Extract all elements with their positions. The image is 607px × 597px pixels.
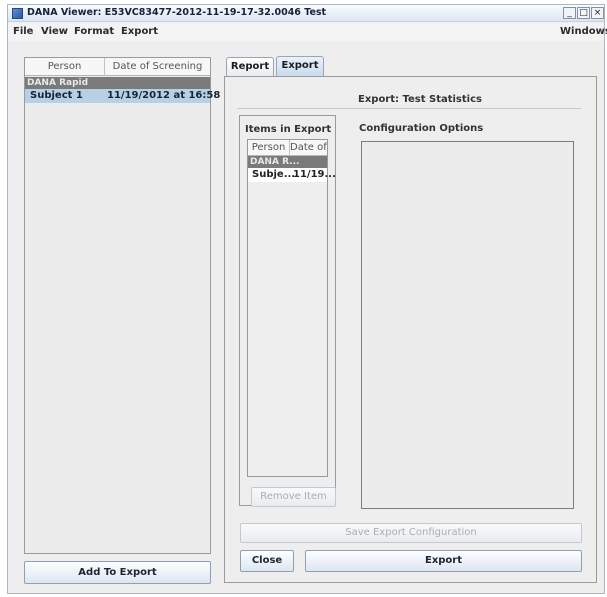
menu-view[interactable]: View (41, 26, 68, 37)
export-header: Export: Test Statistics (358, 94, 482, 105)
header-divider (237, 108, 581, 109)
window-title: DANA Viewer: E53VC83477-2012-11-19-17-32… (27, 7, 327, 18)
items-group-row[interactable]: DANA R... (248, 156, 327, 168)
cell-person: Subject 1 (30, 90, 83, 101)
menu-format[interactable]: Format (74, 26, 114, 37)
screenings-table-header: Person Date of Screening (25, 58, 210, 76)
tab-report[interactable]: Report (226, 57, 274, 76)
add-to-export-button[interactable]: Add To Export (24, 561, 211, 584)
remove-item-button[interactable]: Remove Item (251, 487, 336, 507)
config-title: Configuration Options (359, 123, 484, 134)
maximize-button[interactable]: □ (577, 7, 590, 19)
configuration-options-area[interactable] (361, 141, 574, 509)
export-tab-panel: Export: Test Statistics Items in Export … (224, 76, 597, 583)
items-column-person[interactable]: Person (248, 140, 290, 156)
items-row[interactable]: Subje... 11/19... (248, 168, 336, 182)
menu-windows[interactable]: Windows (560, 26, 607, 37)
title-bar: DANA Viewer: E53VC83477-2012-11-19-17-32… (8, 5, 604, 22)
items-in-export-group: Items in Export Person Date of... DANA R… (239, 115, 336, 506)
menu-bar: File View Format Export Windows (8, 23, 607, 41)
column-header-person[interactable]: Person (25, 58, 105, 76)
app-icon (12, 8, 23, 19)
menu-export[interactable]: Export (121, 26, 158, 37)
items-list[interactable]: Person Date of... DANA R... Subje... 11/… (247, 139, 336, 477)
items-title: Items in Export (245, 124, 332, 135)
items-cell-date: 11/19... (293, 169, 336, 180)
close-button[interactable]: × (591, 7, 604, 19)
minimize-button[interactable]: _ (563, 7, 576, 19)
group-row[interactable]: DANA Rapid (25, 77, 210, 89)
export-button[interactable]: Export (305, 550, 582, 572)
table-row[interactable]: Subject 1 11/19/2012 at 16:58 (25, 89, 220, 103)
items-cell-person: Subje... (252, 169, 296, 180)
app-window: DANA Viewer: E53VC83477-2012-11-19-17-32… (7, 4, 607, 594)
save-export-configuration-button[interactable]: Save Export Configuration (240, 523, 582, 543)
items-table-header: Person Date of... (248, 140, 327, 156)
close-panel-button[interactable]: Close (240, 550, 294, 572)
tab-export[interactable]: Export (276, 56, 324, 76)
menu-file[interactable]: File (13, 26, 33, 37)
cell-date: 11/19/2012 at 16:58 (107, 90, 221, 101)
column-header-date[interactable]: Date of Screening (105, 58, 210, 76)
items-column-date[interactable]: Date of... (290, 140, 327, 156)
screenings-list: Person Date of Screening DANA Rapid Subj… (24, 57, 220, 554)
